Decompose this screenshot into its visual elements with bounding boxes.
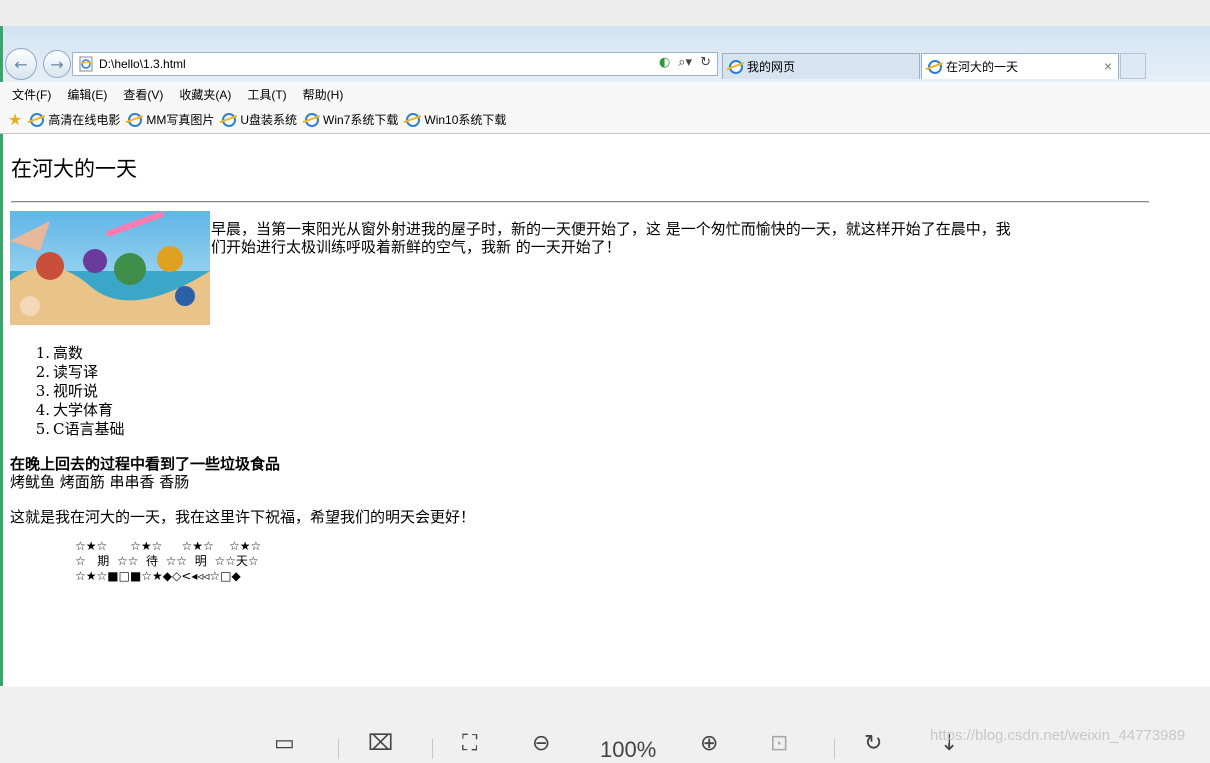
compat-view-icon[interactable]: ◐: [659, 55, 670, 70]
zoom-level: 100%: [600, 737, 657, 762]
list-number: 5.: [35, 420, 50, 438]
close-icon[interactable]: ×: [1104, 58, 1112, 74]
back-button[interactable]: ←: [5, 48, 37, 80]
favorite-link[interactable]: MM写真图片: [128, 111, 214, 128]
ie-icon: [305, 112, 320, 127]
illustration-image: [10, 211, 210, 325]
tab-label: 我的网页: [747, 60, 796, 74]
favorite-link[interactable]: 高清在线电影: [30, 111, 120, 128]
ie-icon: [222, 112, 237, 127]
page-icon: [79, 56, 93, 72]
list-item: 2. 读写译: [29, 363, 124, 382]
actual-size-icon[interactable]: ⊡: [770, 731, 788, 756]
favorite-label: Win7系统下载: [323, 113, 399, 127]
horizontal-rule: [11, 201, 1149, 203]
search-icon[interactable]: ⌕▾: [678, 55, 692, 70]
page-view-icon[interactable]: ▭: [274, 731, 295, 756]
toolbar-divider: [834, 739, 835, 759]
wish-paragraph: 这就是我在河大的一天，我在这里许下祝福，希望我们的明天会更好！: [10, 508, 476, 526]
address-bar[interactable]: D:\hello\1.3.html ◐ ⌕▾ ↻: [72, 52, 718, 76]
menu-tools[interactable]: 工具(T): [247, 86, 286, 103]
new-tab-button[interactable]: [1120, 53, 1146, 79]
tab-label: 在河大的一天: [946, 60, 1019, 74]
address-url: D:\hello\1.3.html: [99, 57, 186, 71]
food-list: 烤鱿鱼 烤面筋 串串香 香肠: [10, 473, 190, 491]
star-line: ☆ 期 ☆☆ 待 ☆☆ 明 ☆☆天☆: [75, 554, 259, 568]
tab-my-webpage[interactable]: 我的网页: [722, 53, 920, 79]
course-list: 1. 高数 2. 读写译 3. 视听说 4. 大学体育 5. C语言基础: [29, 344, 125, 439]
list-item-label: 高数: [53, 344, 84, 362]
list-item: 3. 视听说: [29, 382, 124, 401]
list-number: 4.: [35, 401, 50, 419]
favorite-label: U盘装系统: [240, 113, 298, 127]
toolbar-divider: [432, 739, 433, 759]
favorite-label: MM写真图片: [146, 113, 215, 127]
page-content: 在河大的一天 早晨，当第一束阳光从窗外射进我的屋子时，新的一天便开始了，这 是一…: [3, 134, 1210, 687]
refresh-icon[interactable]: ↻: [700, 55, 711, 70]
tab-hebei-day[interactable]: 在河大的一天 ×: [921, 53, 1119, 79]
list-item-label: C语言基础: [53, 420, 125, 438]
list-item: 4. 大学体育: [29, 401, 124, 420]
favorite-link[interactable]: Win7系统下载: [305, 111, 398, 128]
list-number: 3.: [35, 382, 50, 400]
watermark: https://blog.csdn.net/weixin_44773989: [930, 727, 1186, 744]
address-tools: ◐ ⌕▾ ↻: [659, 55, 711, 70]
menu-view[interactable]: 查看(V): [123, 86, 163, 103]
ie-icon: [30, 112, 45, 127]
ie-icon: [928, 59, 942, 74]
ie-icon: [128, 112, 143, 127]
list-item-label: 视听说: [53, 382, 99, 400]
list-number: 2.: [35, 363, 50, 381]
fit-screen-icon[interactable]: ⛶: [462, 731, 477, 756]
list-item: 1. 高数: [29, 344, 124, 363]
favorite-link[interactable]: Win10系统下载: [406, 111, 506, 128]
favorites-star-icon[interactable]: ★: [8, 110, 22, 130]
favorite-label: 高清在线电影: [48, 113, 121, 127]
zoom-out-icon[interactable]: ⊖: [532, 731, 550, 756]
viewer-toolbar: ▭ ⌧ ⛶ ⊖ 100% ⊕ ⊡ ↻ ↓ https://blog.csdn.n…: [0, 687, 1210, 762]
star-line: ☆★☆ ☆★☆ ☆★☆ ☆★☆: [75, 539, 262, 553]
favorite-link[interactable]: U盘装系统: [222, 111, 297, 128]
menu-file[interactable]: 文件(F): [12, 86, 51, 103]
translate-icon[interactable]: ⌧: [368, 731, 393, 756]
top-strip: [0, 0, 1210, 26]
rotate-icon[interactable]: ↻: [864, 731, 882, 756]
page-title: 在河大的一天: [11, 157, 137, 181]
ie-icon: [406, 112, 421, 127]
intro-paragraph: 早晨，当第一束阳光从窗外射进我的屋子时，新的一天便开始了，这 是一个匆忙而愉快的…: [211, 220, 1011, 256]
list-item-label: 读写译: [53, 363, 99, 381]
menu-help[interactable]: 帮助(H): [303, 86, 344, 103]
menu-bar: 文件(F) 编辑(E) 查看(V) 收藏夹(A) 工具(T) 帮助(H): [0, 82, 1210, 106]
menu-favorites[interactable]: 收藏夹(A): [179, 86, 231, 103]
list-item-label: 大学体育: [53, 401, 114, 419]
ie-icon: [729, 59, 743, 74]
menu-edit[interactable]: 编辑(E): [67, 86, 107, 103]
star-line: ☆★☆■□■☆★◆◇<◂◃◃☆□◆: [75, 569, 241, 583]
toolbar-divider: [338, 739, 339, 759]
list-item: 5. C语言基础: [29, 420, 125, 439]
back-arrow-icon: ←: [14, 54, 28, 74]
forward-button[interactable]: →: [43, 50, 71, 78]
forward-arrow-icon: →: [50, 54, 64, 74]
zoom-in-icon[interactable]: ⊕: [700, 731, 718, 756]
star-art: ☆★☆ ☆★☆ ☆★☆ ☆★☆ ☆ 期 ☆☆ 待 ☆☆ 明 ☆☆天☆ ☆★☆■□■☆…: [75, 539, 261, 584]
list-number: 1.: [35, 344, 50, 362]
favorites-bar: ★ 高清在线电影 MM写真图片 U盘装系统 Win7系统下载 Win10系统下载: [0, 106, 1210, 134]
favorite-label: Win10系统下载: [424, 113, 507, 127]
